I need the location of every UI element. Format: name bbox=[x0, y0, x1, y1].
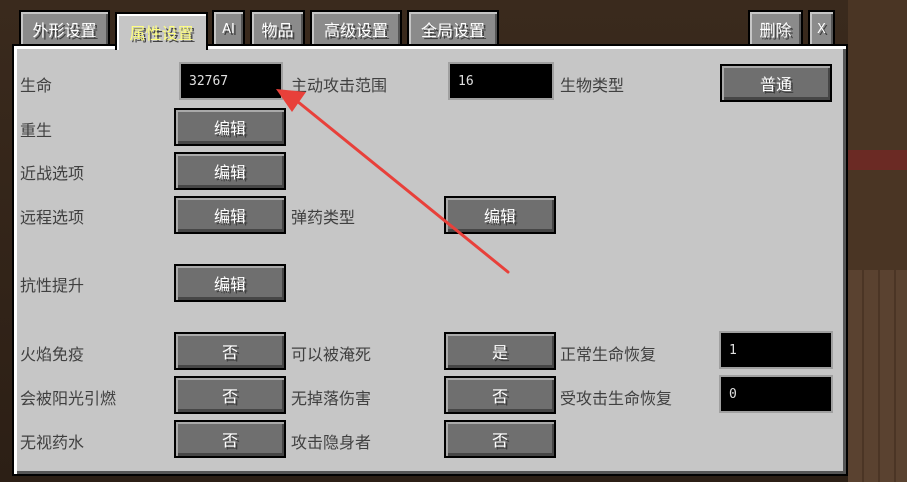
ignore-potions-label: 无视药水 bbox=[20, 433, 85, 452]
resistance-edit-button[interactable]: 编辑 bbox=[174, 264, 286, 302]
aggro-range-label: 主动攻击范围 bbox=[291, 76, 388, 95]
melee-edit-button[interactable]: 编辑 bbox=[174, 152, 286, 190]
melee-options-label: 近战选项 bbox=[20, 164, 85, 183]
background-block bbox=[848, 150, 907, 170]
tab-appearance[interactable]: 外形设置 bbox=[19, 10, 110, 46]
tab-ai[interactable]: AI bbox=[212, 10, 245, 46]
respawn-label: 重生 bbox=[20, 121, 53, 140]
ranged-options-label: 远程选项 bbox=[20, 208, 85, 227]
close-button[interactable]: X bbox=[808, 10, 835, 46]
ammo-type-label: 弹药类型 bbox=[291, 208, 356, 227]
regen-normal-label: 正常生命恢复 bbox=[560, 345, 657, 364]
regen-combat-input[interactable]: 0 bbox=[719, 375, 833, 413]
drownable-toggle[interactable]: 是 bbox=[444, 332, 556, 370]
aggro-range-input[interactable]: 16 bbox=[448, 62, 554, 100]
drownable-label: 可以被淹死 bbox=[291, 345, 372, 364]
ranged-edit-button[interactable]: 编辑 bbox=[174, 196, 286, 234]
delete-button[interactable]: 删除 bbox=[748, 10, 803, 46]
no-fall-damage-toggle[interactable]: 否 bbox=[444, 376, 556, 414]
fire-immune-toggle[interactable]: 否 bbox=[174, 332, 286, 370]
sun-burn-toggle[interactable]: 否 bbox=[174, 376, 286, 414]
tab-items[interactable]: 物品 bbox=[250, 10, 305, 46]
creature-type-label: 生物类型 bbox=[560, 76, 625, 95]
ignore-potions-toggle[interactable]: 否 bbox=[174, 420, 286, 458]
resistance-label: 抗性提升 bbox=[20, 276, 85, 295]
background-planks bbox=[848, 270, 907, 482]
tab-global[interactable]: 全局设置 bbox=[407, 10, 499, 46]
attributes-panel: 生命 32767 主动攻击范围 16 生物类型 普通 重生 编辑 近战选项 编辑… bbox=[12, 44, 848, 476]
creature-type-button[interactable]: 普通 bbox=[720, 64, 832, 102]
tab-advanced[interactable]: 高级设置 bbox=[310, 10, 402, 46]
attack-invisible-label: 攻击隐身者 bbox=[291, 433, 372, 452]
health-input[interactable]: 32767 bbox=[179, 62, 283, 100]
no-fall-damage-label: 无掉落伤害 bbox=[291, 389, 372, 408]
respawn-edit-button[interactable]: 编辑 bbox=[174, 108, 286, 146]
sun-burn-label: 会被阳光引燃 bbox=[20, 389, 117, 408]
regen-combat-label: 受攻击生命恢复 bbox=[560, 389, 673, 408]
attack-invisible-toggle[interactable]: 否 bbox=[444, 420, 556, 458]
fire-immune-label: 火焰免疫 bbox=[20, 345, 85, 364]
tab-attributes[interactable]: 属性设置 bbox=[115, 12, 208, 50]
health-label: 生命 bbox=[20, 76, 53, 95]
ammo-type-edit-button[interactable]: 编辑 bbox=[444, 196, 556, 234]
regen-normal-input[interactable]: 1 bbox=[719, 331, 833, 369]
